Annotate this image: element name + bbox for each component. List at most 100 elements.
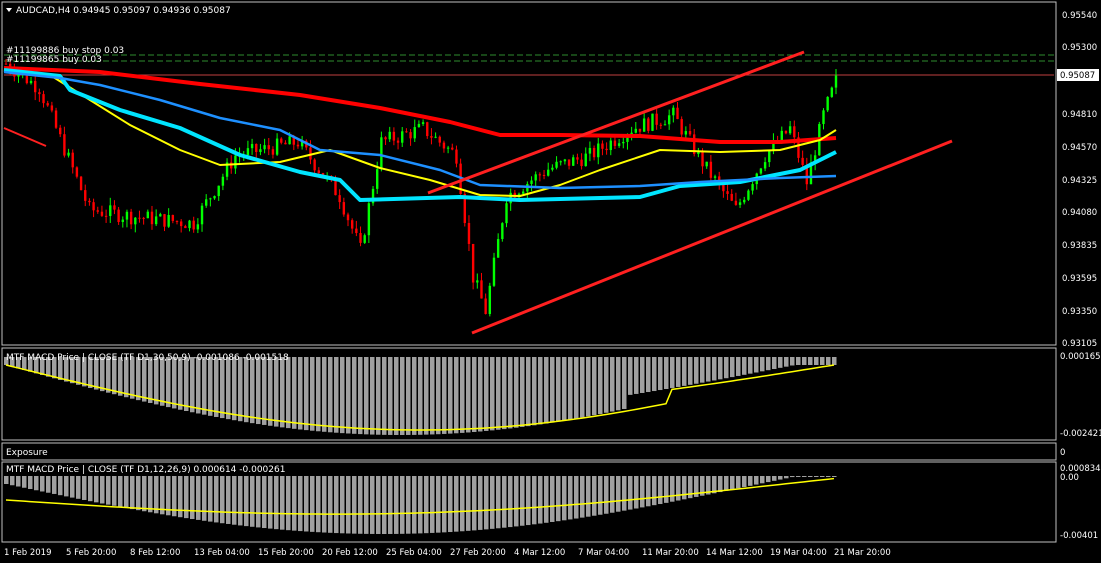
macd-histogram-bar <box>406 476 411 534</box>
candle-body <box>588 147 592 154</box>
macd-histogram-bar <box>736 476 741 489</box>
macd-histogram-bar <box>298 476 303 532</box>
macd-histogram-bar <box>274 357 279 427</box>
macd-histogram-bar <box>130 476 135 510</box>
macd-histogram-bar <box>796 357 801 365</box>
candle-body <box>384 137 387 140</box>
macd-histogram-bar <box>190 476 195 520</box>
y-tick: 0.93105 <box>1062 339 1097 349</box>
macd-histogram-bar <box>790 476 795 478</box>
candle-body <box>213 196 216 199</box>
candle-body <box>75 167 79 177</box>
candle-body <box>405 131 408 133</box>
candle-body <box>617 143 621 146</box>
macd-histogram-bar <box>316 476 321 533</box>
macd-histogram-bar <box>784 476 789 479</box>
macd-histogram-bar <box>556 476 561 522</box>
macd-histogram-bar <box>784 357 789 367</box>
macd-histogram-bar <box>364 357 369 435</box>
candle-body <box>826 96 829 111</box>
candle-body <box>684 131 688 135</box>
candle-body <box>46 103 49 106</box>
symbol-dropdown-icon[interactable] <box>6 8 12 12</box>
candle-body <box>484 298 487 314</box>
candle-body <box>250 143 254 149</box>
macd-histogram-bar <box>670 357 675 388</box>
macd-histogram-bar <box>592 357 597 416</box>
candle-body <box>179 221 183 227</box>
candle-body <box>551 167 554 170</box>
candle-body <box>713 176 717 178</box>
macd-histogram-bar <box>10 476 15 486</box>
macd-histogram-bar <box>124 357 129 398</box>
candle-body <box>538 174 542 176</box>
macd-histogram-bar <box>532 357 537 426</box>
macd-histogram-bar <box>502 357 507 430</box>
macd-histogram-bar <box>268 476 273 529</box>
macd-histogram-bar <box>190 357 195 413</box>
macd-histogram-bar <box>76 476 81 499</box>
candle-body <box>567 159 571 166</box>
macd-histogram-bar <box>166 357 171 408</box>
candle-body <box>505 203 508 224</box>
macd-histogram-bar <box>370 357 375 435</box>
candle-body <box>184 226 187 229</box>
x-tick: 20 Feb 12:00 <box>322 548 378 558</box>
macd-histogram-bar <box>52 476 57 494</box>
y-tick: 0.95540 <box>1062 11 1097 21</box>
macd-histogram-bar <box>424 476 429 534</box>
candle-body <box>651 113 654 131</box>
macd-histogram-bar <box>586 476 591 517</box>
candle-body <box>159 214 162 217</box>
macd-histogram-bar <box>430 357 435 435</box>
chart-canvas[interactable]: AUDCAD,H4 0.94945 0.95097 0.94936 0.9508… <box>0 0 1101 563</box>
macd-histogram-bar <box>220 357 225 419</box>
candle-body <box>167 215 170 227</box>
candle-body <box>388 131 391 140</box>
candle-body <box>259 149 262 152</box>
candle-body <box>605 148 608 151</box>
candle-body <box>446 147 450 149</box>
macd-histogram-bar <box>4 476 9 484</box>
exposure-tick: 0 <box>1060 448 1065 458</box>
macd-histogram-bar <box>790 357 795 366</box>
macd-histogram-bar <box>574 476 579 519</box>
macd-histogram-bar <box>760 476 765 484</box>
macd-histogram-bar <box>490 476 495 529</box>
exposure-label: Exposure <box>6 448 48 458</box>
macd-histogram-bar <box>466 357 471 433</box>
order-line-label: #11199865 buy 0.03 <box>6 55 102 65</box>
macd-histogram-bar <box>142 476 147 512</box>
macd-histogram-bar <box>88 476 93 502</box>
candle-body <box>342 202 346 215</box>
candle-body <box>117 209 120 223</box>
macd2-label: MTF MACD Price | CLOSE (TF D1,12,26,9) 0… <box>6 465 285 475</box>
candle-body <box>129 211 133 225</box>
macd-histogram-bar <box>70 476 75 498</box>
candle-body <box>743 199 746 203</box>
macd-histogram-bar <box>484 476 489 530</box>
y-tick: 0.95300 <box>1062 43 1097 53</box>
macd-histogram-bar <box>538 476 543 524</box>
macd-histogram-bar <box>286 357 291 429</box>
macd-histogram-bar <box>580 357 585 418</box>
macd-histogram-bar <box>262 476 267 529</box>
candle-body <box>830 87 834 97</box>
macd-histogram-bar <box>718 357 723 380</box>
macd-histogram-bar <box>568 357 573 420</box>
candle-body <box>346 214 350 221</box>
macd-histogram-bar <box>352 476 357 534</box>
macd-histogram-bar <box>208 476 213 522</box>
candle-body <box>200 205 204 225</box>
macd-histogram-bar <box>34 476 39 491</box>
macd-histogram-bar <box>442 476 447 533</box>
macd-histogram-bar <box>820 357 825 365</box>
macd-histogram-bar <box>472 357 477 433</box>
candle-body <box>313 159 316 171</box>
candle-body <box>33 80 37 93</box>
macd-histogram-bar <box>340 357 345 434</box>
macd-histogram-bar <box>832 357 837 365</box>
macd-histogram-bar <box>370 476 375 534</box>
candle-body <box>647 118 650 131</box>
candle-body <box>88 200 91 203</box>
